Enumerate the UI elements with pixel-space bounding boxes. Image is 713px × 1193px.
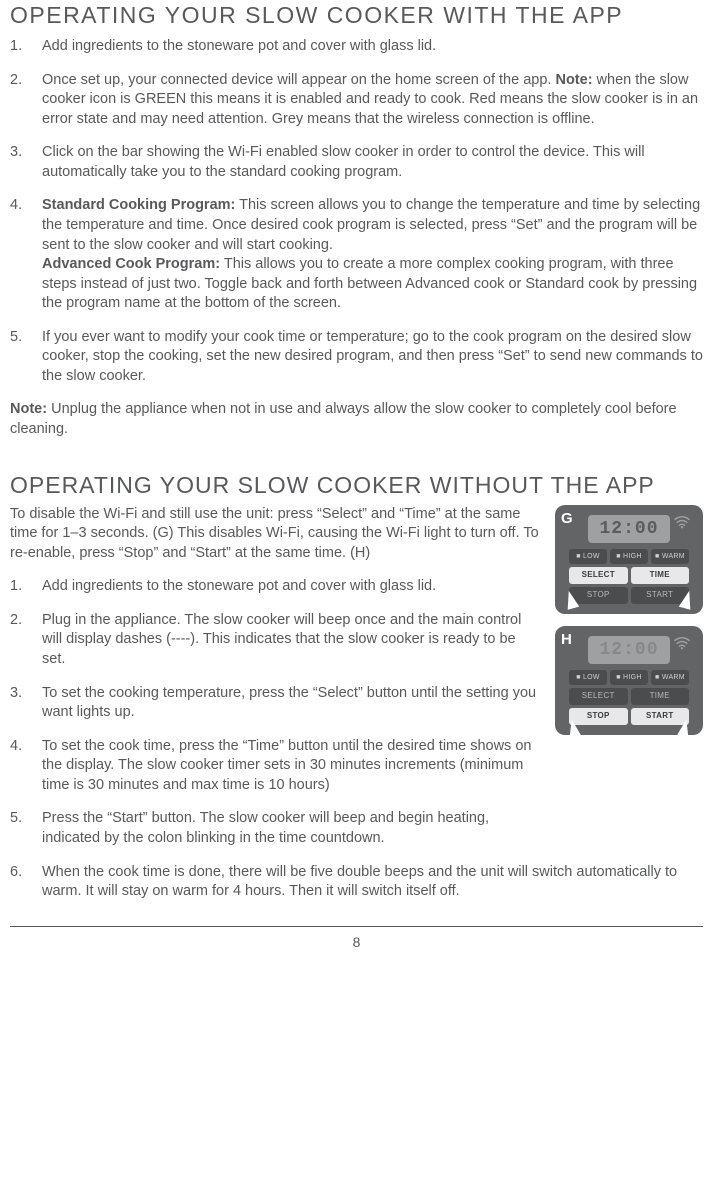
stop-button: STOP xyxy=(569,587,628,604)
indicator-high: ■ HIGH xyxy=(610,549,648,564)
panel-label: G xyxy=(561,509,573,529)
panel-illustrations: G 12:00 ■ LOW ■ HIGH ■ WARM SELECT TIME … xyxy=(555,505,703,735)
list-item: Add ingredients to the stoneware pot and… xyxy=(10,37,703,57)
item-text: When the cook time is done, there will b… xyxy=(42,864,677,900)
list-item: Standard Cooking Program: This screen al… xyxy=(10,196,703,313)
select-button: SELECT xyxy=(569,688,628,705)
time-button: TIME xyxy=(631,688,690,705)
with-app-list: Add ingredients to the stoneware pot and… xyxy=(10,37,703,386)
item-text: Press the “Start” button. The slow cooke… xyxy=(42,810,489,846)
without-app-list: Add ingredients to the stoneware pot and… xyxy=(10,577,541,848)
without-app-intro: To disable the Wi-Fi and still use the u… xyxy=(10,505,541,564)
select-button: SELECT xyxy=(569,567,628,584)
list-item: To set the cooking temperature, press th… xyxy=(10,684,541,723)
item-text: Plug in the appliance. The slow cooker w… xyxy=(42,612,521,667)
page-number: 8 xyxy=(10,933,703,952)
indicator-warm: ■ WARM xyxy=(651,549,689,564)
indicator-high: ■ HIGH xyxy=(610,670,648,685)
without-app-list-continued: When the cook time is done, there will b… xyxy=(10,863,703,902)
item-text: To set the cook time, press the “Time” b… xyxy=(42,738,531,793)
item-text: Click on the bar showing the Wi-Fi enabl… xyxy=(42,144,645,180)
item-text: Add ingredients to the stoneware pot and… xyxy=(42,578,436,594)
item-text: If you ever want to modify your cook tim… xyxy=(42,329,703,384)
panel-display: 12:00 xyxy=(588,515,670,543)
heading-with-app: OPERATING YOUR SLOW COOKER WITH THE APP xyxy=(10,0,703,31)
note-label: Note: xyxy=(10,401,47,417)
wifi-icon xyxy=(673,515,691,529)
indicator-low: ■ LOW xyxy=(569,670,607,685)
stop-button: STOP xyxy=(569,708,628,725)
footer-divider xyxy=(10,926,703,927)
note-text: Unplug the appliance when not in use and… xyxy=(10,401,677,437)
unplug-note: Note: Unplug the appliance when not in u… xyxy=(10,400,703,439)
item-note-label: Note: xyxy=(555,72,592,88)
item-text: To set the cooking temperature, press th… xyxy=(42,685,536,721)
list-item: Once set up, your connected device will … xyxy=(10,71,703,130)
wifi-icon xyxy=(673,636,691,650)
list-item: To set the cook time, press the “Time” b… xyxy=(10,737,541,796)
panel-display: 12:00 xyxy=(588,636,670,664)
list-item: Press the “Start” button. The slow cooke… xyxy=(10,809,541,848)
panel-label: H xyxy=(561,630,572,650)
panel-g: G 12:00 ■ LOW ■ HIGH ■ WARM SELECT TIME … xyxy=(555,505,703,614)
item-text: Add ingredients to the stoneware pot and… xyxy=(42,38,436,54)
list-item: When the cook time is done, there will b… xyxy=(10,863,703,902)
panel-h: H 12:00 ■ LOW ■ HIGH ■ WARM SELECT TIME … xyxy=(555,626,703,735)
indicator-warm: ■ WARM xyxy=(651,670,689,685)
item-lead: Once set up, your connected device will … xyxy=(42,72,555,88)
start-button: START xyxy=(631,708,690,725)
time-button: TIME xyxy=(631,567,690,584)
heading-without-app: OPERATING YOUR SLOW COOKER WITHOUT THE A… xyxy=(10,470,703,501)
item-bold-2: Advanced Cook Program: xyxy=(42,256,220,272)
start-button: START xyxy=(631,587,690,604)
list-item: Plug in the appliance. The slow cooker w… xyxy=(10,611,541,670)
list-item: If you ever want to modify your cook tim… xyxy=(10,328,703,387)
list-item: Add ingredients to the stoneware pot and… xyxy=(10,577,541,597)
item-bold-1: Standard Cooking Program: xyxy=(42,197,235,213)
indicator-low: ■ LOW xyxy=(569,549,607,564)
list-item: Click on the bar showing the Wi-Fi enabl… xyxy=(10,143,703,182)
